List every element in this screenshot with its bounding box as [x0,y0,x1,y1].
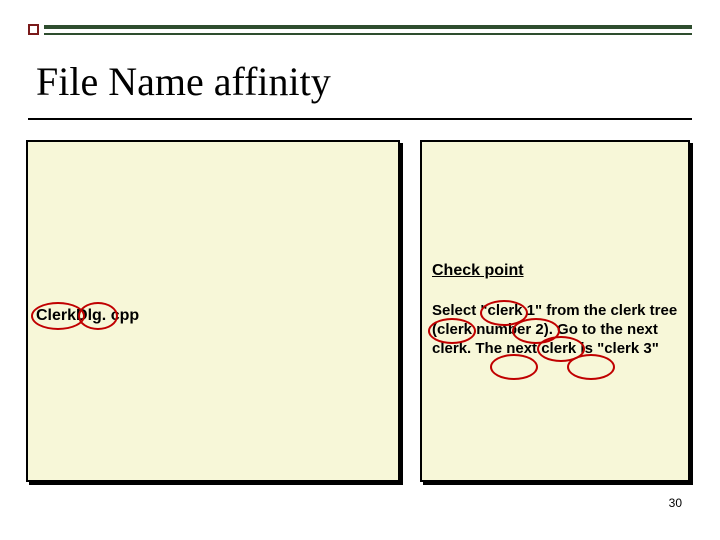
square-bullet-icon [28,24,39,35]
rule-thick [44,25,692,29]
circle-annotation-icon [31,302,85,330]
page-number: 30 [669,496,682,510]
header-rule [28,22,692,40]
circle-annotation-icon [567,354,615,380]
circle-annotation-icon [490,354,538,380]
slide: File Name affinity ClerkDlg. cpp Check p… [0,0,720,540]
circle-annotation-icon [78,302,118,330]
left-panel: ClerkDlg. cpp [26,140,400,482]
checkpoint-heading: Check point [432,262,524,280]
rule-thin [44,33,692,35]
circle-annotation-icon [428,318,476,344]
title-underline [28,118,692,120]
right-panel: Check point Select "clerk 1" from the cl… [420,140,690,482]
slide-title: File Name affinity [36,58,331,105]
